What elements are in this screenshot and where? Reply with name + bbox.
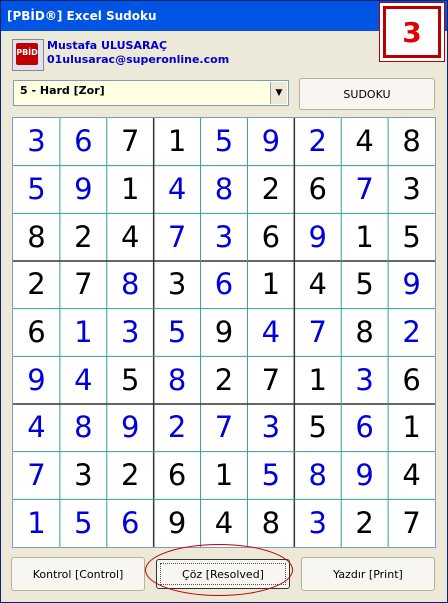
sudoku-cell[interactable]: 6 xyxy=(60,118,107,166)
sudoku-cell[interactable]: 1 xyxy=(107,166,154,214)
sudoku-cell[interactable]: 4 xyxy=(154,166,201,214)
sudoku-cell[interactable]: 3 xyxy=(388,166,435,214)
sudoku-cell[interactable]: 5 xyxy=(60,499,107,547)
app-window: [PBİD®] Excel Sudoku 3 PBİD Mustafa ULUS… xyxy=(0,0,448,603)
sudoku-cell[interactable]: 1 xyxy=(294,356,341,404)
sudoku-button[interactable]: SUDOKU xyxy=(299,78,435,110)
logo-text: PBİD xyxy=(16,48,38,57)
level-select[interactable]: 5 - Hard [Zor] ▼ xyxy=(13,80,289,106)
sudoku-board: 3671592485914826738247369152783614596135… xyxy=(12,117,436,548)
sudoku-cell[interactable]: 8 xyxy=(154,356,201,404)
sudoku-cell[interactable]: 6 xyxy=(388,356,435,404)
sudoku-cell[interactable]: 5 xyxy=(388,213,435,261)
sudoku-cell[interactable]: 7 xyxy=(247,356,294,404)
sudoku-cell[interactable]: 4 xyxy=(247,309,294,357)
sudoku-cell[interactable]: 5 xyxy=(154,309,201,357)
sudoku-cell[interactable]: 8 xyxy=(341,309,388,357)
sudoku-cell[interactable]: 7 xyxy=(107,118,154,166)
control-button[interactable]: Kontrol [Control] xyxy=(11,557,145,591)
sudoku-cell[interactable]: 9 xyxy=(107,404,154,452)
sudoku-cell[interactable]: 3 xyxy=(341,356,388,404)
sudoku-cell[interactable]: 7 xyxy=(13,452,60,500)
sudoku-cell[interactable]: 5 xyxy=(341,261,388,309)
sudoku-cell[interactable]: 7 xyxy=(388,499,435,547)
sudoku-cell[interactable]: 2 xyxy=(341,499,388,547)
sudoku-cell[interactable]: 9 xyxy=(388,261,435,309)
logo-icon: PBİD xyxy=(12,39,44,71)
print-button[interactable]: Yazdır [Print] xyxy=(301,557,435,591)
level-select-value: 5 - Hard [Zor] xyxy=(20,84,105,97)
sudoku-cell[interactable]: 6 xyxy=(341,404,388,452)
sudoku-cell[interactable]: 8 xyxy=(388,118,435,166)
chevron-down-icon[interactable]: ▼ xyxy=(270,82,287,104)
sudoku-cell[interactable]: 4 xyxy=(107,213,154,261)
sudoku-cell[interactable]: 8 xyxy=(13,213,60,261)
sudoku-cell[interactable]: 2 xyxy=(247,166,294,214)
sudoku-cell[interactable]: 5 xyxy=(13,166,60,214)
sudoku-cell[interactable]: 9 xyxy=(294,213,341,261)
sudoku-cell[interactable]: 7 xyxy=(60,261,107,309)
sudoku-cell[interactable]: 1 xyxy=(13,499,60,547)
sudoku-cell[interactable]: 7 xyxy=(154,213,201,261)
sudoku-cell[interactable]: 3 xyxy=(13,118,60,166)
sudoku-cell[interactable]: 3 xyxy=(107,309,154,357)
sudoku-cell[interactable]: 9 xyxy=(341,452,388,500)
sudoku-cell[interactable]: 8 xyxy=(107,261,154,309)
sudoku-cell[interactable]: 1 xyxy=(388,404,435,452)
resolve-button[interactable]: Çöz [Resolved] xyxy=(156,559,290,589)
sudoku-cell[interactable]: 1 xyxy=(201,452,248,500)
sudoku-cell[interactable]: 3 xyxy=(294,499,341,547)
sudoku-cell[interactable]: 2 xyxy=(388,309,435,357)
sudoku-cell[interactable]: 6 xyxy=(154,452,201,500)
level-number: 3 xyxy=(383,6,441,58)
sudoku-cell[interactable]: 1 xyxy=(60,309,107,357)
sudoku-cell[interactable]: 4 xyxy=(60,356,107,404)
sudoku-cell[interactable]: 7 xyxy=(341,166,388,214)
sudoku-cell[interactable]: 8 xyxy=(247,499,294,547)
sudoku-cell[interactable]: 9 xyxy=(13,356,60,404)
sudoku-cell[interactable]: 6 xyxy=(13,309,60,357)
sudoku-cell[interactable]: 8 xyxy=(294,452,341,500)
sudoku-cell[interactable]: 3 xyxy=(247,404,294,452)
sudoku-cell[interactable]: 8 xyxy=(60,404,107,452)
sudoku-cell[interactable]: 1 xyxy=(154,118,201,166)
sudoku-cell[interactable]: 4 xyxy=(341,118,388,166)
sudoku-cell[interactable]: 9 xyxy=(154,499,201,547)
sudoku-cell[interactable]: 6 xyxy=(201,261,248,309)
sudoku-cell[interactable]: 7 xyxy=(294,309,341,357)
sudoku-cell[interactable]: 9 xyxy=(60,166,107,214)
sudoku-cell[interactable]: 2 xyxy=(294,118,341,166)
sudoku-cell[interactable]: 2 xyxy=(60,213,107,261)
author-email: 01ulusarac@superonline.com xyxy=(47,53,230,66)
sudoku-cell[interactable]: 9 xyxy=(247,118,294,166)
sudoku-cell[interactable]: 2 xyxy=(107,452,154,500)
level-indicator: 3 xyxy=(379,2,445,62)
author-name: Mustafa ULUSARAÇ xyxy=(47,39,168,52)
sudoku-cell[interactable]: 6 xyxy=(294,166,341,214)
sudoku-cell[interactable]: 6 xyxy=(247,213,294,261)
sudoku-cell[interactable]: 6 xyxy=(107,499,154,547)
sudoku-cell[interactable]: 1 xyxy=(247,261,294,309)
sudoku-cell[interactable]: 4 xyxy=(388,452,435,500)
sudoku-cell[interactable]: 1 xyxy=(341,213,388,261)
sudoku-cell[interactable]: 3 xyxy=(201,213,248,261)
sudoku-cell[interactable]: 9 xyxy=(201,309,248,357)
sudoku-cell[interactable]: 3 xyxy=(60,452,107,500)
sudoku-cell[interactable]: 4 xyxy=(294,261,341,309)
sudoku-cell[interactable]: 7 xyxy=(201,404,248,452)
sudoku-cell[interactable]: 4 xyxy=(201,499,248,547)
sudoku-cell[interactable]: 5 xyxy=(201,118,248,166)
sudoku-cell[interactable]: 5 xyxy=(107,356,154,404)
sudoku-cell[interactable]: 8 xyxy=(201,166,248,214)
sudoku-cell[interactable]: 5 xyxy=(294,404,341,452)
sudoku-cell[interactable]: 2 xyxy=(154,404,201,452)
sudoku-cell[interactable]: 2 xyxy=(13,261,60,309)
sudoku-cell[interactable]: 2 xyxy=(201,356,248,404)
window-title: [PBİD®] Excel Sudoku xyxy=(7,9,157,23)
sudoku-cell[interactable]: 5 xyxy=(247,452,294,500)
sudoku-cell[interactable]: 4 xyxy=(13,404,60,452)
sudoku-cell[interactable]: 3 xyxy=(154,261,201,309)
